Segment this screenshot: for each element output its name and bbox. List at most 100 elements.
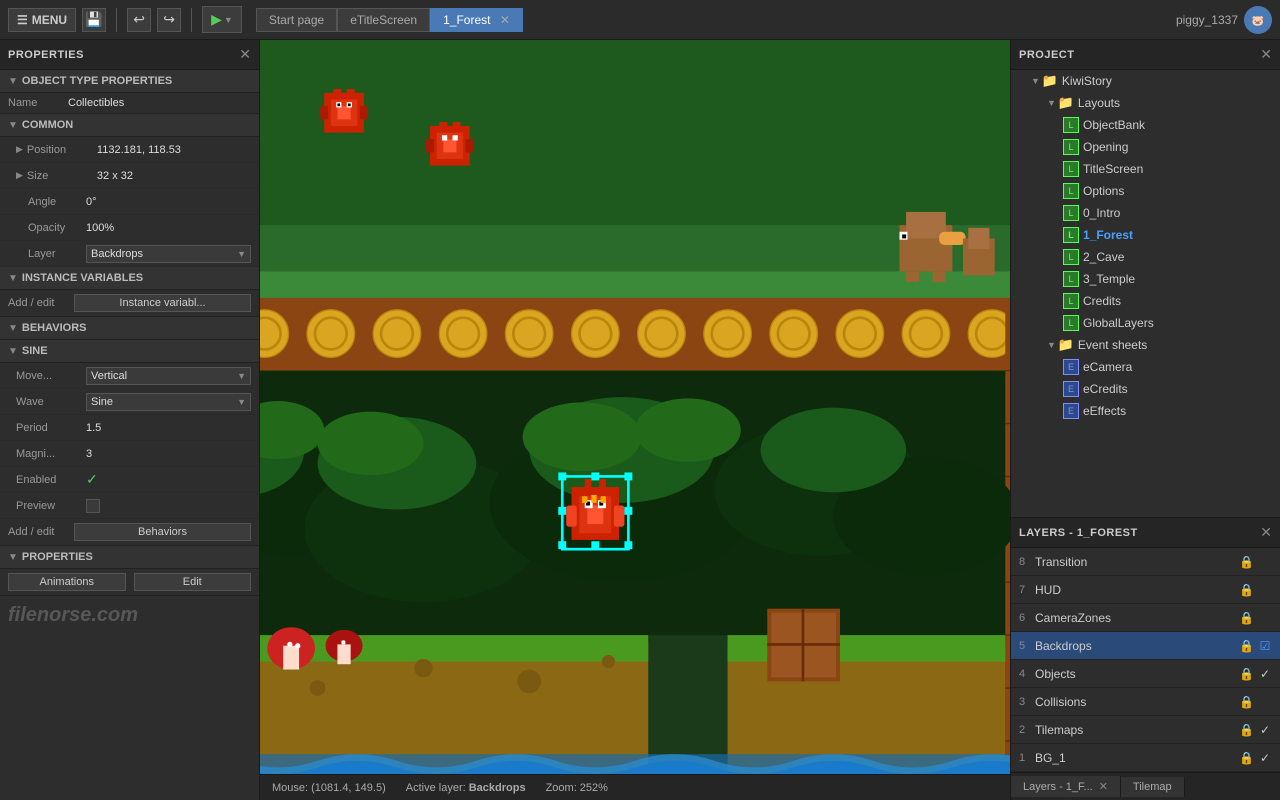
tree-item-3temple[interactable]: L 3_Temple [1011, 268, 1280, 290]
layout-icon-globallayers: L [1063, 315, 1079, 331]
tab-1forest[interactable]: 1_Forest ✕ [430, 8, 523, 32]
layer-1-lock-icon[interactable]: 🔒 [1239, 751, 1254, 765]
properties-close-button[interactable]: ✕ [239, 46, 251, 63]
behaviors-collapse-arrow: ▼ [8, 323, 18, 334]
move-row: Move... Vertical ▼ [0, 363, 259, 389]
layer-row-1[interactable]: 1 BG_1 🔒 ✓ [1011, 744, 1280, 772]
event-icon-eeffects: E [1063, 403, 1079, 419]
zoom-level: Zoom: 252% [546, 782, 608, 794]
tab-close-icon[interactable]: ✕ [500, 13, 510, 27]
common-section-header[interactable]: ▼ COMMON [0, 114, 259, 137]
position-expand-arrow[interactable]: ▶ [16, 144, 23, 155]
folder-icon: 📁 [1042, 73, 1058, 89]
layer-row-4[interactable]: 4 Objects 🔒 ✓ [1011, 660, 1280, 688]
watermark-text: filenorse.com [8, 604, 138, 626]
canvas-content[interactable] [260, 40, 1010, 774]
tree-item-ecredits[interactable]: E eCredits [1011, 378, 1280, 400]
animations-row: Animations Edit [0, 569, 259, 596]
layouts-expand-arrow: ▼ [1047, 98, 1056, 108]
layer-5-lock-icon[interactable]: 🔒 [1239, 639, 1254, 653]
layer-2-visibility-check[interactable]: ✓ [1258, 723, 1272, 737]
move-select-value: Vertical [91, 370, 127, 382]
layers-close-button[interactable]: ✕ [1260, 524, 1272, 541]
layer-row-6[interactable]: 6 CameraZones 🔒 [1011, 604, 1280, 632]
layer-4-visibility-check[interactable]: ✓ [1258, 667, 1272, 681]
undo-button[interactable]: ↩ [127, 8, 151, 32]
layer-6-lock-icon[interactable]: 🔒 [1239, 611, 1254, 625]
layer-3-lock-icon[interactable]: 🔒 [1239, 695, 1254, 709]
sine-section-header[interactable]: ▼ SINE [0, 340, 259, 363]
save-button[interactable]: 💾 [82, 8, 106, 32]
object-type-section-header[interactable]: ▼ OBJECT TYPE PROPERTIES [0, 70, 259, 93]
layer-7-visibility[interactable] [1258, 583, 1272, 597]
layer-select[interactable]: Backdrops ▼ [86, 245, 251, 263]
instance-variables-section-header[interactable]: ▼ INSTANCE VARIABLES [0, 267, 259, 290]
tree-item-2cave[interactable]: L 2_Cave [1011, 246, 1280, 268]
props-footer-header-label: PROPERTIES [22, 551, 93, 563]
layer-row-2[interactable]: 2 Tilemaps 🔒 ✓ [1011, 716, 1280, 744]
hamburger-icon: ☰ [17, 13, 28, 27]
properties-footer-section-header[interactable]: ▼ PROPERTIES [0, 546, 259, 569]
layer-row-8[interactable]: 8 Transition 🔒 [1011, 548, 1280, 576]
layers-title: LAYERS - 1_FOREST [1019, 527, 1138, 539]
tree-item-kiwistory[interactable]: ▼ 📁 KiwiStory [1011, 70, 1280, 92]
edit-button[interactable]: Edit [134, 573, 252, 591]
layer-name-2: Tilemaps [1035, 723, 1239, 737]
layer-4-lock-icon[interactable]: 🔒 [1239, 667, 1254, 681]
tree-item-layouts-folder[interactable]: ▼ 📁 Layouts [1011, 92, 1280, 114]
tree-item-0intro[interactable]: L 0_Intro [1011, 202, 1280, 224]
magni-label: Magni... [16, 448, 86, 460]
layer-7-lock-icon[interactable]: 🔒 [1239, 583, 1254, 597]
redo-button[interactable]: ↪ [157, 8, 181, 32]
animations-button[interactable]: Animations [8, 573, 126, 591]
tree-item-objectbank[interactable]: L ObjectBank [1011, 114, 1280, 136]
layer-select-value: Backdrops [91, 248, 143, 260]
tree-item-titlescreen[interactable]: L TitleScreen [1011, 158, 1280, 180]
tab-etitlescreen[interactable]: eTitleScreen [337, 8, 430, 32]
tree-item-eventsheets-folder[interactable]: ▼ 📁 Event sheets [1011, 334, 1280, 356]
play-button[interactable]: ▶ ▼ [202, 6, 242, 33]
layer-8-visibility[interactable] [1258, 555, 1272, 569]
properties-panel-header: PROPERTIES ✕ [0, 40, 259, 70]
layout-icon-3temple: L [1063, 271, 1079, 287]
bottom-tab-tilemap[interactable]: Tilemap [1121, 777, 1185, 797]
layer-8-lock-icon[interactable]: 🔒 [1239, 555, 1254, 569]
layer-5-visibility-check[interactable]: ☑ [1258, 639, 1272, 653]
layer-name-7: HUD [1035, 583, 1239, 597]
tree-item-ecamera[interactable]: E eCamera [1011, 356, 1280, 378]
layer-3-visibility[interactable] [1258, 695, 1272, 709]
tree-item-1forest[interactable]: L 1_Forest [1011, 224, 1280, 246]
instance-vars-add-edit-button[interactable]: Instance variabl... [74, 294, 251, 312]
move-select[interactable]: Vertical ▼ [86, 367, 251, 385]
svg-text:🐷: 🐷 [1252, 15, 1264, 27]
tree-item-globallayers[interactable]: L GlobalLayers [1011, 312, 1280, 334]
canvas-area: Mouse: (1081.4, 149.5) Active layer: Bac… [260, 40, 1010, 800]
tab-start-page[interactable]: Start page [256, 8, 337, 32]
behaviors-add-edit-row: Add / edit Behaviors [0, 519, 259, 546]
layer-row-3[interactable]: 3 Collisions 🔒 [1011, 688, 1280, 716]
tree-item-options[interactable]: L Options [1011, 180, 1280, 202]
tree-item-eeffects[interactable]: E eEffects [1011, 400, 1280, 422]
period-label: Period [16, 422, 86, 434]
user-avatar[interactable]: 🐷 [1244, 6, 1272, 34]
magni-value: 3 [86, 448, 251, 460]
size-expand-arrow[interactable]: ▶ [16, 170, 23, 181]
preview-checkbox[interactable] [86, 499, 100, 513]
layer-2-lock-icon[interactable]: 🔒 [1239, 723, 1254, 737]
behaviors-section-header[interactable]: ▼ BEHAVIORS [0, 317, 259, 340]
menu-button[interactable]: ☰ MENU [8, 8, 76, 32]
eventsheet-eeffects-label: eEffects [1083, 404, 1126, 418]
layer-1-visibility-check[interactable]: ✓ [1258, 751, 1272, 765]
tree-item-credits[interactable]: L Credits [1011, 290, 1280, 312]
behaviors-add-edit-button[interactable]: Behaviors [74, 523, 251, 541]
wave-select[interactable]: Sine ▼ [86, 393, 251, 411]
layer-row-7[interactable]: 7 HUD 🔒 [1011, 576, 1280, 604]
bottom-tab-layers[interactable]: Layers - 1_F... ✕ [1011, 776, 1121, 797]
layer-6-visibility[interactable] [1258, 611, 1272, 625]
layout-icon-objectbank: L [1063, 117, 1079, 133]
bottom-tab-layers-close[interactable]: ✕ [1099, 780, 1108, 793]
tree-item-opening[interactable]: L Opening [1011, 136, 1280, 158]
opacity-label: Opacity [16, 222, 86, 234]
project-close-button[interactable]: ✕ [1260, 46, 1272, 63]
layer-row-5[interactable]: 5 Backdrops 🔒 ☑ [1011, 632, 1280, 660]
